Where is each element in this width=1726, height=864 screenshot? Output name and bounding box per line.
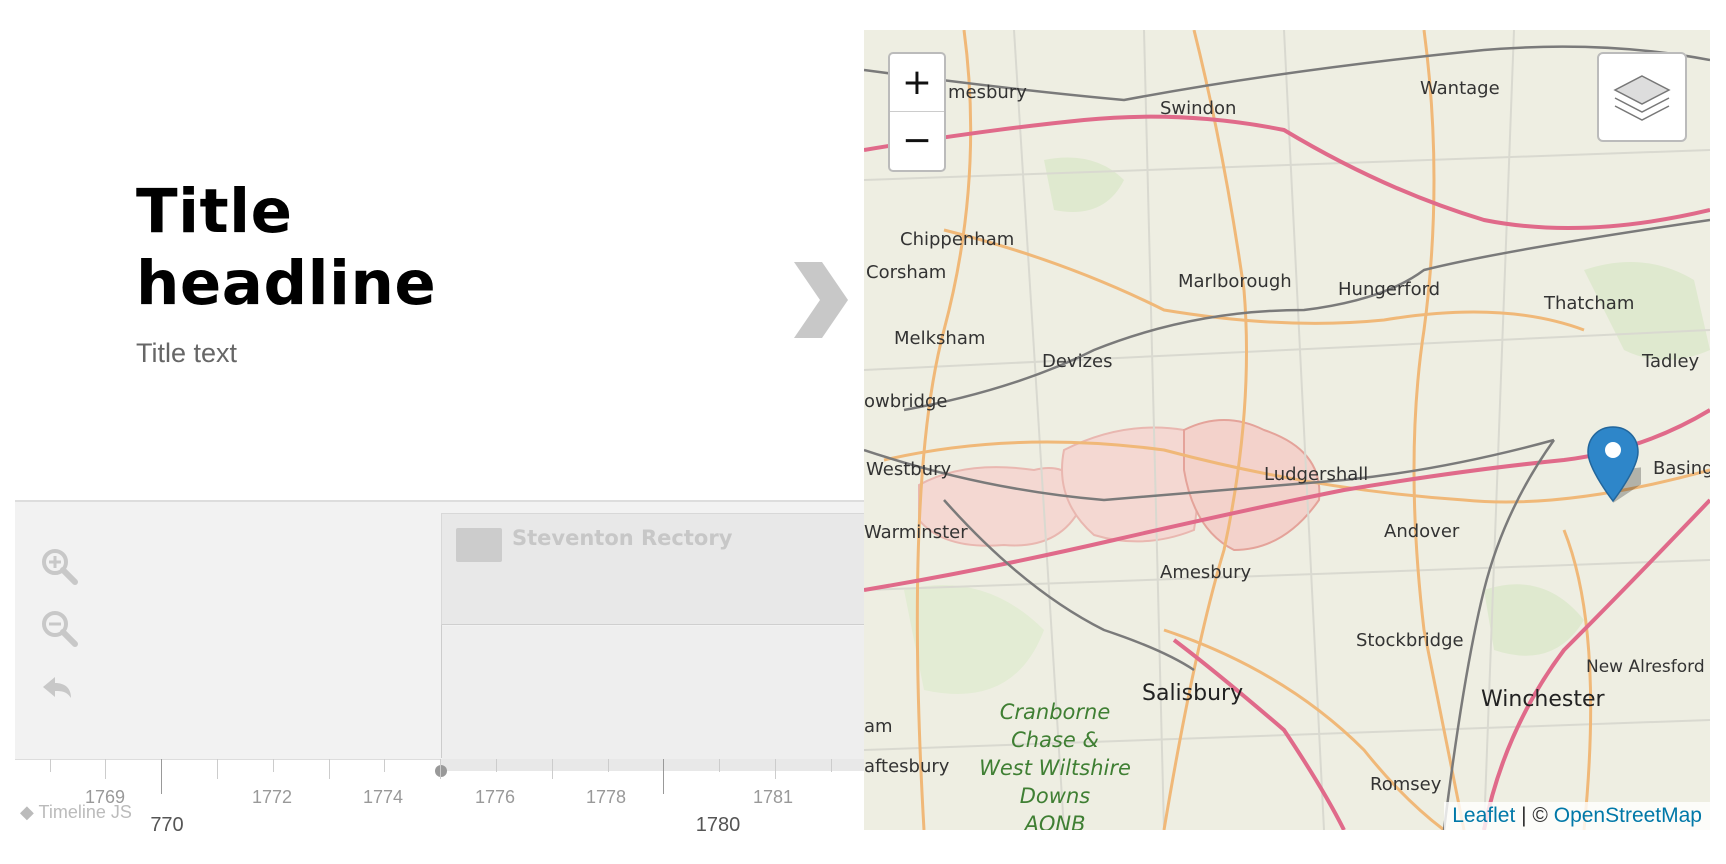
axis-label: 1778 (585, 787, 627, 807)
map-place-label: Stockbridge (1356, 630, 1464, 651)
axis-label: 1774 (362, 787, 404, 807)
marker-span (442, 626, 882, 759)
timeline-nav: Steventon Rectory 1769 1772 1774 1776 17… (15, 500, 882, 864)
map-city-label: Winchester (1481, 687, 1605, 712)
layers-icon (1613, 75, 1671, 121)
map-place-label: Thatcham (1544, 293, 1635, 314)
timelinejs-credit[interactable]: ◆ Timeline JS (20, 802, 132, 823)
aonb-line: AONB (1024, 812, 1086, 830)
aonb-line: Cranborne (999, 700, 1111, 724)
map-place-label: mesbury (948, 82, 1027, 103)
marker-line (441, 625, 442, 758)
axis-tick (105, 759, 106, 779)
map-layers-button[interactable] (1597, 52, 1687, 142)
map-place-label: Marlborough (1178, 271, 1292, 292)
axis-label: 1781 (752, 787, 794, 807)
axis-tick (663, 759, 664, 794)
headline: Title headline (136, 176, 436, 320)
aonb-line: Downs (1019, 784, 1091, 808)
map-place-label: Amesbury (1160, 562, 1252, 583)
zoom-in-icon[interactable] (39, 546, 79, 586)
axis-tick (329, 759, 330, 779)
axis-major-label: 770 (150, 814, 184, 836)
map-place-label: New Alresford (1586, 657, 1705, 677)
map-place-label: Basing (1653, 458, 1710, 479)
map-place-label: Wantage (1420, 78, 1500, 99)
map-labels: Swindon Wantage mesbury Chippenham Corsh… (864, 30, 1710, 830)
map-attribution: Leaflet | © OpenStreetMap (1444, 802, 1710, 830)
axis-tick (496, 759, 497, 772)
axis-label: 1776 (474, 787, 516, 807)
axis-tick (384, 759, 385, 772)
axis-tick (608, 759, 609, 772)
map-place-label: Romsey (1370, 774, 1442, 795)
attribution-separator: | © (1515, 804, 1554, 827)
marker-dot (435, 765, 447, 777)
axis-label: 1772 (251, 787, 293, 807)
axis-tick (775, 759, 776, 779)
axis-tick (217, 759, 218, 779)
map-zoom-in-button[interactable]: + (890, 54, 944, 112)
aonb-label: Cranborne Chase & West Wiltshire Downs A… (960, 698, 1150, 830)
zoom-out-icon[interactable] (39, 608, 79, 648)
map-place-label: Westbury (866, 459, 952, 480)
axis-tick (831, 759, 832, 772)
marker-title: Steventon Rectory (512, 526, 733, 550)
axis-tick (161, 759, 162, 794)
axis-tick (719, 759, 720, 772)
axis-active-era (440, 759, 864, 771)
openstreetmap-link[interactable]: OpenStreetMap (1554, 804, 1702, 827)
axis-tick (552, 759, 553, 779)
map-place-label: Swindon (1160, 98, 1237, 119)
timeline-marker[interactable]: Steventon Rectory (441, 513, 881, 625)
axis-tick (273, 759, 274, 772)
back-icon[interactable] (39, 670, 79, 710)
aonb-line: West Wiltshire (979, 756, 1131, 780)
map-place-label: Hungerford (1338, 279, 1441, 300)
next-slide-chevron-icon[interactable] (790, 262, 850, 338)
marker-thumbnail-icon (456, 528, 502, 562)
headline-line-2: headline (136, 248, 437, 319)
axis-tick (50, 759, 51, 772)
map-place-label: Chippenham (900, 229, 1015, 250)
title-slide: Title headline Title text (0, 0, 864, 500)
map-place-label: Corsham (866, 262, 947, 283)
map-place-label: Melksham (894, 328, 986, 349)
axis-tick (440, 759, 441, 779)
axis-major-label: 1780 (695, 814, 741, 836)
timeaxis: 1769 1772 1774 1776 1778 1781 770 1780 (15, 759, 864, 864)
aonb-line: Chase & (1011, 728, 1099, 752)
map-place-label: aftesbury (864, 756, 950, 777)
map-city-label: Salisbury (1142, 681, 1244, 706)
title-text: Title text (136, 338, 238, 368)
map-zoom-out-button[interactable]: − (890, 112, 944, 169)
map-place-label: Ludgershall (1264, 464, 1369, 485)
map-place-label: owbridge (864, 391, 948, 412)
map-place-label: am (864, 716, 893, 737)
map-marker-pin-icon[interactable] (1586, 425, 1641, 505)
map[interactable]: Swindon Wantage mesbury Chippenham Corsh… (864, 30, 1710, 830)
headline-line-1: Title (136, 176, 293, 247)
map-place-label: Devizes (1042, 351, 1113, 372)
map-place-label: Warminster (864, 522, 968, 543)
map-zoom-control: + − (888, 52, 946, 172)
map-place-label: Tadley (1642, 351, 1700, 372)
leaflet-link[interactable]: Leaflet (1452, 804, 1515, 827)
map-place-label: Andover (1384, 521, 1460, 542)
